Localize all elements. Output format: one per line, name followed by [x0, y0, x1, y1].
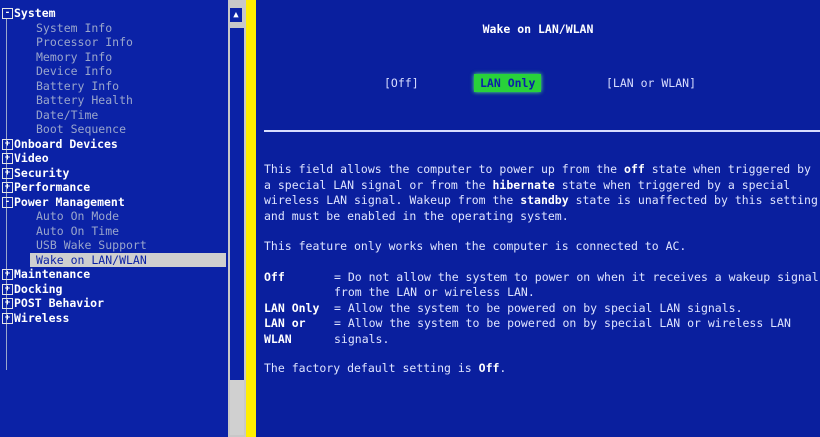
definition-text: = Allow the system to be powered on by s… [334, 316, 791, 346]
expand-icon[interactable]: + [2, 167, 13, 179]
tree-category-performance[interactable]: + Performance [2, 180, 228, 195]
tree-category-security[interactable]: + Security [2, 166, 228, 181]
tree-item-device-info[interactable]: Device Info [2, 64, 228, 79]
bios-setup-screen: - System System Info Processor Info Memory I… [0, 0, 820, 437]
expand-icon[interactable]: + [2, 138, 13, 150]
tree-item-system-info[interactable]: System Info [2, 21, 228, 36]
tree-category-post-behavior[interactable]: + POST Behavior [2, 296, 228, 311]
definition-row: Off = Do not allow the system to power o… [264, 270, 820, 301]
separator-line [264, 130, 820, 132]
tree-category-docking[interactable]: + Docking [2, 282, 228, 297]
definition-text: = Allow the system to be powered on by s… [334, 300, 743, 315]
panel-divider [246, 0, 256, 437]
tree-category-label: Docking [14, 281, 63, 296]
help-text-segment: This field allows the computer to power … [264, 162, 625, 176]
factory-default-text: The factory default setting is Off. [264, 361, 820, 377]
setting-title: Wake on LAN/WLAN [482, 22, 594, 36]
tree-item-battery-health[interactable]: Battery Health [2, 93, 228, 108]
tree-item-date-time[interactable]: Date/Time [2, 108, 228, 123]
collapse-icon[interactable]: - [2, 8, 13, 19]
tree-item-wake-on-lan-wlan[interactable]: Wake on LAN/WLAN [30, 252, 226, 267]
scroll-thumb[interactable] [230, 380, 244, 435]
expand-icon[interactable]: + [2, 283, 13, 295]
tree-category-label: Maintenance [14, 267, 91, 281]
tree-category-onboard-devices[interactable]: + Onboard Devices [2, 137, 228, 152]
setting-detail-panel: Wake on LAN/WLAN [Off] LAN Only [LAN or … [256, 0, 820, 437]
tree-scrollbar[interactable]: ▲ [228, 0, 246, 437]
option-off[interactable]: [Off] [380, 74, 423, 92]
help-keyword-standby: standby [520, 193, 569, 207]
tree-item-battery-info[interactable]: Battery Info [2, 79, 228, 94]
tree-category-video[interactable]: + Video [2, 151, 228, 166]
tree-category-label: Performance [14, 180, 91, 194]
option-lan-or-wlan[interactable]: [LAN or WLAN] [602, 74, 700, 92]
tree-item-auto-on-time[interactable]: Auto On Time [2, 224, 228, 239]
settings-tree: - System System Info Processor Info Memory I… [2, 6, 228, 325]
option-definitions: Off = Do not allow the system to power o… [264, 270, 820, 348]
tree-item-memory-info[interactable]: Memory Info [2, 50, 228, 65]
help-paragraph-1: This field allows the computer to power … [264, 162, 820, 224]
definition-term: Off [264, 269, 285, 284]
expand-icon[interactable]: + [2, 298, 13, 309]
tree-category-wireless[interactable]: + Wireless [2, 311, 228, 326]
expand-icon[interactable]: + [2, 182, 13, 193]
tree-category-system[interactable]: - System [2, 6, 228, 21]
definition-row: LAN or WLAN = Allow the system to be pow… [264, 316, 820, 347]
help-keyword-off: off [624, 162, 645, 176]
tree-category-maintenance[interactable]: + Maintenance [2, 267, 228, 282]
tree-item-auto-on-mode[interactable]: Auto On Mode [2, 209, 228, 224]
definition-text: = Do not allow the system to power on wh… [334, 269, 819, 300]
collapse-icon[interactable]: - [2, 196, 13, 208]
tree-category-label: System [14, 6, 56, 20]
definition-row: LAN Only = Allow the system to be powere… [264, 301, 820, 317]
tree-item-boot-sequence[interactable]: Boot Sequence [2, 122, 228, 137]
scroll-track[interactable] [230, 28, 244, 428]
expand-icon[interactable]: + [2, 312, 13, 324]
definition-term: LAN or WLAN [264, 316, 306, 346]
help-text: This field allows the computer to power … [264, 162, 820, 392]
help-text-segment: The factory default setting is [264, 361, 479, 375]
tree-category-label: Video [14, 151, 49, 165]
expand-icon[interactable]: + [2, 269, 13, 280]
tree-category-label: Security [14, 165, 70, 180]
tree-category-label: Wireless [14, 310, 70, 325]
tree-item-usb-wake-support[interactable]: USB Wake Support [2, 238, 228, 253]
help-paragraph-2: This feature only works when the compute… [264, 239, 687, 253]
option-lan-only[interactable]: LAN Only [474, 74, 542, 92]
settings-tree-panel: - System System Info Processor Info Memory I… [0, 0, 228, 437]
tree-category-label: POST Behavior [14, 296, 105, 310]
help-text-segment: . [499, 361, 507, 375]
expand-icon[interactable]: + [2, 153, 13, 164]
help-keyword-hibernate: hibernate [492, 177, 555, 192]
definition-term: LAN Only [264, 300, 320, 315]
factory-default-value: Off [478, 361, 500, 375]
tree-category-label: Onboard Devices [14, 136, 118, 151]
tree-category-power-management[interactable]: - Power Management [2, 195, 228, 210]
tree-item-processor-info[interactable]: Processor Info [2, 35, 228, 50]
tree-category-label: Power Management [14, 194, 125, 209]
scroll-up-arrow-icon[interactable]: ▲ [230, 8, 242, 22]
